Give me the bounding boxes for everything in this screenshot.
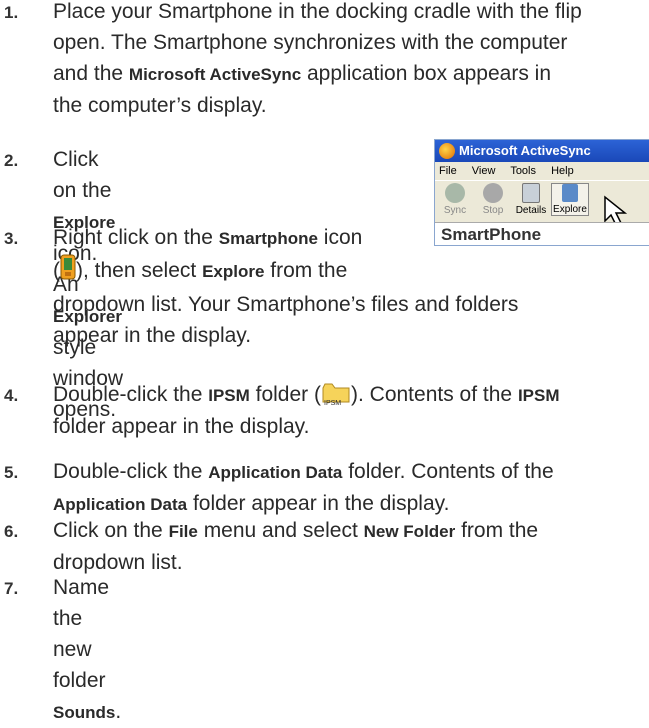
activesync-toolbar: Sync Stop Details Explore (435, 180, 649, 226)
step-number: 5. (4, 463, 19, 482)
details-button[interactable]: Details (513, 183, 549, 216)
device-name-bar: SmartPhone (435, 222, 649, 245)
step-text: Double-click the IPSM folder (IPSM). Con… (53, 382, 560, 438)
activesync-menu-bar: File View Tools Help (435, 162, 649, 180)
step-text: Click on the File menu and select New Fo… (53, 519, 539, 574)
folder-icon: IPSM (321, 382, 351, 408)
step-text: Place your Smartphone in the docking cra… (53, 0, 582, 117)
step-number: 4. (4, 386, 19, 405)
step-text: Double-click the Application Data folder… (53, 460, 554, 515)
step-number: 1. (4, 3, 19, 22)
menu-help[interactable]: Help (551, 165, 574, 177)
menu-file[interactable]: File (439, 165, 457, 177)
explore-button[interactable]: Explore (551, 183, 589, 216)
menu-tools[interactable]: Tools (510, 165, 536, 177)
stop-button[interactable]: Stop (475, 183, 511, 216)
stop-icon (483, 183, 503, 203)
menu-view[interactable]: View (472, 165, 496, 177)
smartphone-icon (60, 254, 76, 289)
activesync-screenshot: Microsoft ActiveSync File View Tools Hel… (434, 139, 649, 246)
step-number: 2. (4, 151, 19, 170)
step-number: 3. (4, 229, 19, 248)
activesync-title-bar: Microsoft ActiveSync (435, 140, 649, 162)
app-name: Microsoft ActiveSync (128, 65, 302, 84)
step-text: Name the new folder Sounds. (53, 576, 122, 723)
explore-icon (562, 184, 578, 202)
details-icon (522, 183, 540, 203)
step-number: 6. (4, 522, 19, 541)
activesync-logo-icon (439, 143, 455, 159)
sync-button[interactable]: Sync (437, 183, 473, 216)
sync-icon (445, 183, 465, 203)
step-number: 7. (4, 579, 19, 598)
